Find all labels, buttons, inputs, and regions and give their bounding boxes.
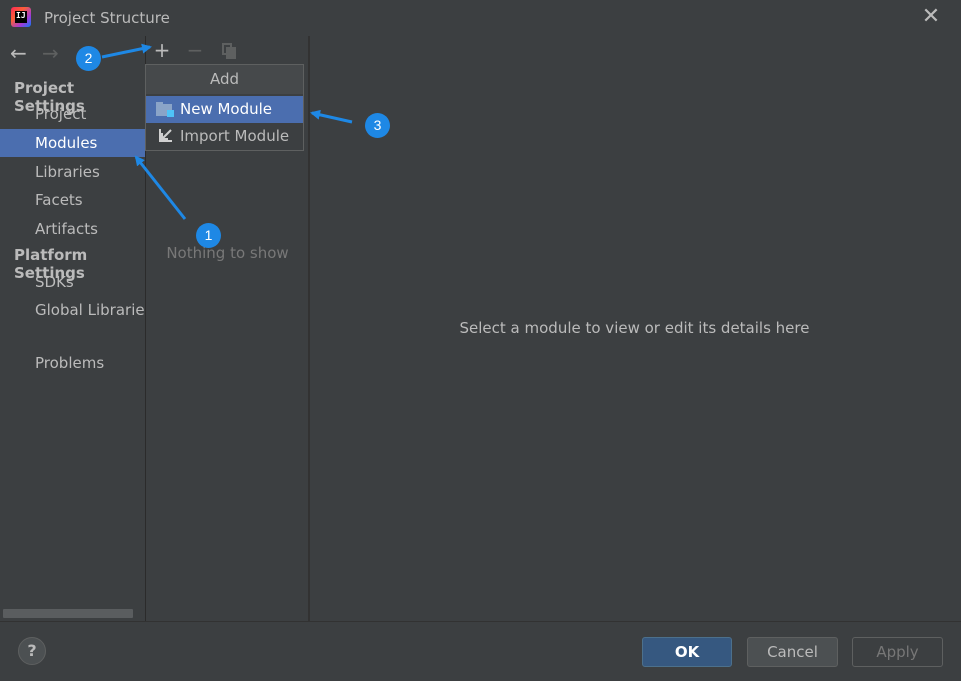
empty-list-text: Nothing to show xyxy=(166,244,289,262)
sidebar-item-libraries[interactable]: Libraries xyxy=(0,158,145,186)
minus-icon[interactable]: − xyxy=(184,39,206,61)
arrow-right-icon[interactable]: → xyxy=(42,43,59,63)
close-icon[interactable]: ✕ xyxy=(920,6,942,28)
sidebar-item-modules[interactable]: Modules xyxy=(0,129,145,157)
intellij-idea-icon: IJ xyxy=(11,7,31,27)
sidebar-item-global-libraries[interactable]: Global Libraries xyxy=(0,296,145,324)
import-module-label: Import Module xyxy=(180,127,290,145)
settings-sidebar: ← → Project Settings Project Modules Lib… xyxy=(0,36,145,621)
callout-badge-2: 2 xyxy=(76,46,101,71)
new-module-label: New Module xyxy=(180,100,273,118)
sidebar-item-facets[interactable]: Facets xyxy=(0,186,145,214)
question-icon[interactable]: ? xyxy=(18,637,46,665)
sidebar-item-project[interactable]: Project xyxy=(0,100,145,128)
folder-module-icon xyxy=(156,102,174,117)
arrow-left-icon[interactable]: ← xyxy=(10,43,27,63)
dialog-footer: ? OK Cancel Apply xyxy=(0,621,961,681)
copy-icon[interactable] xyxy=(218,39,240,61)
details-placeholder: Select a module to view or edit its deta… xyxy=(459,319,810,337)
app-icon-text: IJ xyxy=(15,11,27,23)
sidebar-item-artifacts[interactable]: Artifacts xyxy=(0,215,145,243)
sidebar-scrollbar[interactable] xyxy=(3,609,133,618)
callout-badge-3: 3 xyxy=(365,113,390,138)
apply-button[interactable]: Apply xyxy=(852,637,943,667)
sidebar-item-sdks[interactable]: SDKs xyxy=(0,268,145,296)
import-arrow-icon xyxy=(158,127,174,145)
ok-button[interactable]: OK xyxy=(642,637,732,667)
cancel-button[interactable]: Cancel xyxy=(747,637,838,667)
callout-badge-1: 1 xyxy=(196,223,221,248)
menu-item-new-module[interactable]: New Module xyxy=(146,96,303,123)
menu-item-import-module[interactable]: Import Module xyxy=(146,123,303,150)
title-bar: IJ Project Structure ✕ xyxy=(0,0,961,36)
sidebar-item-problems[interactable]: Problems xyxy=(0,349,145,377)
add-popup-menu: Add New Module Import Module xyxy=(145,64,304,151)
plus-icon[interactable]: + xyxy=(151,39,173,61)
popup-header: Add xyxy=(146,65,303,94)
module-details-panel: Select a module to view or edit its deta… xyxy=(310,36,961,621)
window-title: Project Structure xyxy=(44,9,170,27)
